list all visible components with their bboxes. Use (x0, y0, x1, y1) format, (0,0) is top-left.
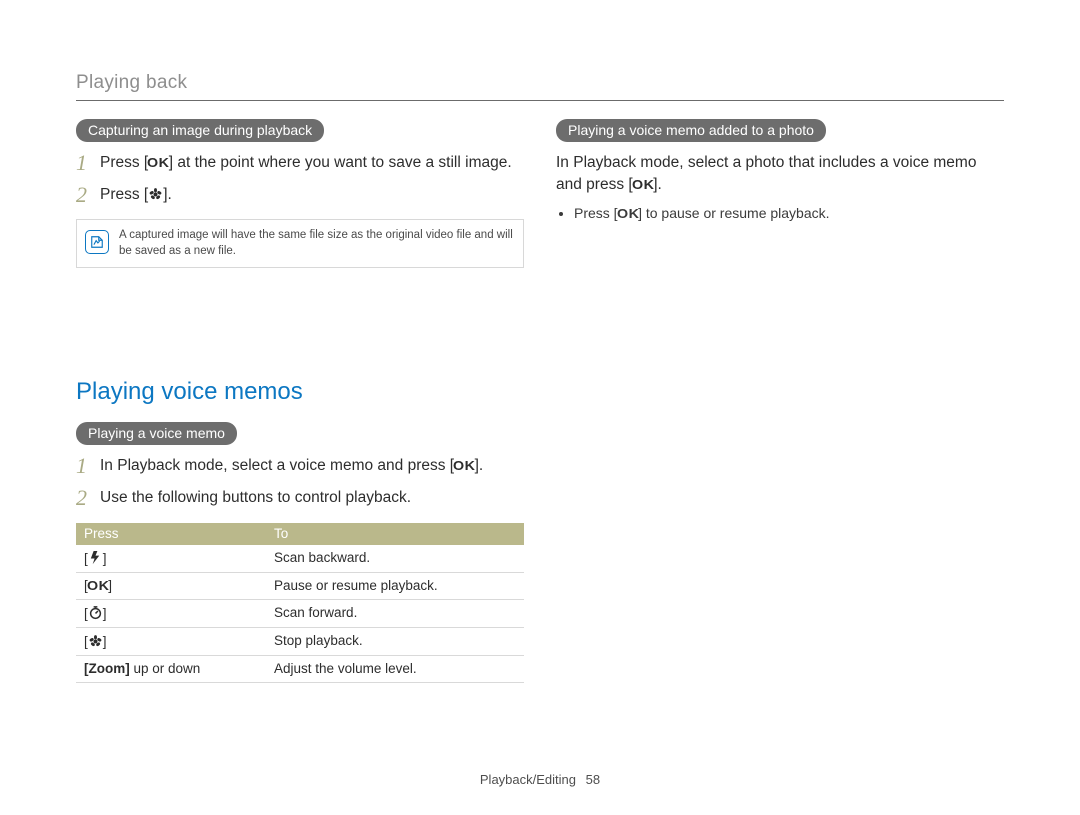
step-text-pre: In Playback mode, select a voice memo an… (100, 457, 454, 474)
divider (76, 100, 1004, 101)
table-row: [] Scan forward. (76, 599, 524, 627)
step-number: 2 (76, 180, 87, 211)
bracket-close: ] (103, 634, 107, 649)
note-icon (85, 230, 109, 254)
key-cell: [] (76, 627, 266, 655)
controls-table: Press To [] Scan backward. [OK] (76, 523, 524, 683)
bullet-item: Press [OK] to pause or resume playback. (574, 205, 1004, 221)
page: Playing back Capturing an image during p… (0, 0, 1080, 815)
key-cell: [] (76, 599, 266, 627)
bullet-list: Press [OK] to pause or resume playback. (556, 205, 1004, 221)
steps-voice-memo: 1 In Playback mode, select a voice memo … (76, 455, 524, 508)
page-footer: Playback/Editing 58 (0, 772, 1080, 787)
col-press: Press (76, 523, 266, 545)
footer-label: Playback/Editing (480, 772, 576, 787)
step-number: 1 (76, 148, 87, 179)
step-2-capture: 2 Press []. (76, 184, 524, 206)
step-1-voice: 1 In Playback mode, select a voice memo … (76, 455, 524, 477)
table-row: [] Scan backward. (76, 545, 524, 573)
bracket-close: ] (103, 606, 107, 621)
step-number: 1 (76, 451, 87, 482)
ok-icon: OK (617, 206, 640, 221)
table-row: [Zoom] up or down Adjust the volume leve… (76, 655, 524, 682)
step-2-voice: 2 Use the following buttons to control p… (76, 487, 524, 509)
to-cell: Scan backward. (266, 545, 524, 573)
step-text-post: ] at the point where you want to save a … (169, 154, 512, 171)
ok-icon: OK (87, 578, 110, 593)
zoom-suffix: up or down (134, 661, 201, 676)
left-column: Capturing an image during playback 1 Pre… (76, 119, 524, 683)
two-column-layout: Capturing an image during playback 1 Pre… (76, 119, 1004, 683)
to-cell: Stop playback. (266, 627, 524, 655)
section-title: Playing voice memos (76, 378, 524, 406)
macro-flower-icon (88, 633, 103, 649)
page-number: 58 (586, 772, 600, 787)
zoom-label: [Zoom] (84, 661, 130, 676)
paragraph: In Playback mode, select a photo that in… (556, 152, 1004, 197)
step-number: 2 (76, 483, 87, 514)
breadcrumb: Playing back (76, 72, 1004, 94)
key-cell: [] (76, 545, 266, 573)
note-text: A captured image will have the same file… (119, 228, 513, 259)
pill-voice-memo-photo: Playing a voice memo added to a photo (556, 119, 826, 142)
step-text: Use the following buttons to control pla… (100, 489, 411, 506)
ok-icon: OK (453, 457, 476, 475)
bullet-post: ] to pause or resume playback. (638, 205, 829, 221)
pill-playing-voice-memo: Playing a voice memo (76, 422, 237, 445)
col-to: To (266, 523, 524, 545)
timer-icon (88, 605, 103, 621)
step-text-pre: Press [ (100, 186, 148, 203)
table-row: [] Stop playback. (76, 627, 524, 655)
bullet-pre: Press [ (574, 205, 618, 221)
para-pre: In Playback mode, select a photo that in… (556, 154, 976, 193)
ok-icon: OK (147, 154, 170, 172)
table-row: [OK] Pause or resume playback. (76, 572, 524, 599)
to-cell: Scan forward. (266, 599, 524, 627)
step-text-pre: Press [ (100, 154, 148, 171)
key-cell: [OK] (76, 572, 266, 599)
steps-capture: 1 Press [OK] at the point where you want… (76, 152, 524, 205)
key-cell: [Zoom] up or down (76, 655, 266, 682)
right-column: Playing a voice memo added to a photo In… (556, 119, 1004, 683)
to-cell: Adjust the volume level. (266, 655, 524, 682)
table-header-row: Press To (76, 523, 524, 545)
step-1-capture: 1 Press [OK] at the point where you want… (76, 152, 524, 174)
macro-flower-icon (148, 186, 163, 203)
flash-icon (88, 550, 103, 566)
bracket-close: ] (103, 551, 107, 566)
step-text-post: ]. (163, 186, 172, 203)
note-box: A captured image will have the same file… (76, 219, 524, 268)
to-cell: Pause or resume playback. (266, 572, 524, 599)
ok-icon: OK (632, 176, 655, 195)
pill-capturing-image: Capturing an image during playback (76, 119, 324, 142)
